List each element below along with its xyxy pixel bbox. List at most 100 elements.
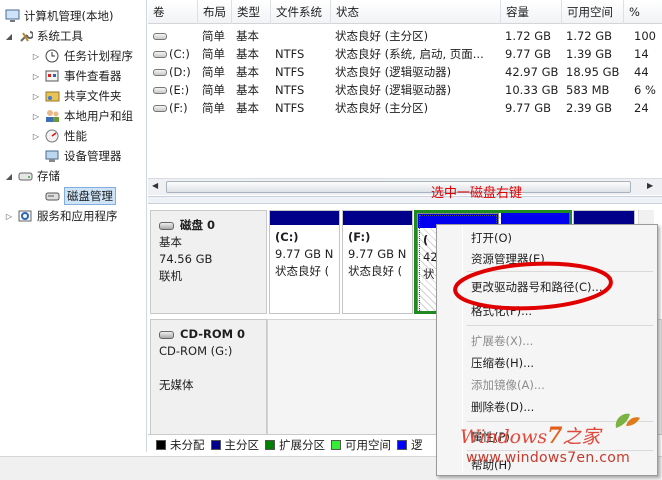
expand-arrow-icon[interactable]: ▷ [31, 112, 41, 121]
scrollbar-thumb[interactable] [166, 181, 631, 193]
disk-icon [159, 221, 174, 230]
tree-item-performance[interactable]: ▷ 性能 [31, 126, 87, 146]
volume-capacity: 1.72 GB [505, 29, 552, 43]
tree-item-event-viewer[interactable]: ▷ 事件查看器 [31, 66, 122, 86]
table-row[interactable]: 简单 基本 状态良好 (主分区) 1.72 GB 1.72 GB 100 [148, 27, 662, 45]
column-header-free-space[interactable]: 可用空间 [562, 0, 624, 24]
expand-arrow-icon[interactable]: ▷ [31, 72, 41, 81]
volume-name: (C:) [169, 47, 190, 61]
partition-f[interactable]: (F:) 9.77 GB N 状态良好 ( [342, 210, 413, 314]
partition-bar [270, 211, 339, 225]
partition-bar [343, 211, 412, 225]
tree-item-computer-management[interactable]: 计算机管理(本地) [4, 6, 113, 26]
tree-item-label: 任务计划程序 [64, 49, 133, 63]
disk-name: 磁盘 0 [180, 218, 216, 232]
volume-free-space: 18.95 GB [566, 65, 620, 79]
disk-0-info[interactable]: 磁盘 0 基本 74.56 GB 联机 [150, 210, 267, 314]
expand-arrow-icon[interactable]: ▷ [31, 132, 41, 141]
scroll-left-icon[interactable]: ◀ [152, 181, 158, 190]
local-users-icon [44, 109, 60, 124]
table-row[interactable]: (E:) 简单 基本 NTFS 状态良好 (逻辑驱动器) 10.33 GB 58… [148, 81, 662, 99]
expand-arrow-icon[interactable]: ▷ [4, 212, 14, 221]
services-apps-icon [17, 209, 33, 224]
volume-name: (F:) [169, 101, 188, 115]
volume-type: 基本 [236, 83, 259, 97]
volume-layout: 简单 [202, 47, 225, 61]
volume-type: 基本 [236, 101, 259, 115]
volume-layout: 简单 [202, 29, 225, 43]
disk-size: 74.56 GB [159, 252, 213, 266]
volume-icon [153, 86, 167, 94]
watermark: Windows7之家 www.windows7en.com [460, 413, 660, 474]
annotation-callout: 选中一磁盘右键 [431, 186, 523, 201]
tree-item-shared-folders[interactable]: ▷ 共享文件夹 [31, 86, 122, 106]
cdrom-0-info[interactable]: CD-ROM 0 CD-ROM (G:) 无媒体 [150, 319, 267, 453]
volume-free-space: 1.39 GB [566, 47, 613, 61]
volume-status: 状态良好 (逻辑驱动器) [335, 65, 452, 79]
volume-name: (D:) [169, 65, 191, 79]
volume-list: 卷 布局 类型 文件系统 状态 容量 可用空间 % 简单 基本 状态良好 (主分… [148, 0, 662, 196]
menu-item-open[interactable]: 打开(O) [471, 228, 512, 248]
column-header-type[interactable]: 类型 [232, 0, 271, 24]
menu-item-delete-volume[interactable]: 删除卷(D)... [471, 397, 534, 417]
legend-label: 可用空间 [345, 437, 391, 452]
table-row[interactable]: (C:) 简单 基本 NTFS 状态良好 (系统, 启动, 页面... 9.77… [148, 45, 662, 63]
expand-arrow-icon[interactable]: ◢ [4, 32, 14, 41]
partition-label: (C:) [275, 230, 299, 244]
expand-arrow-icon[interactable]: ▷ [31, 92, 41, 101]
tree-item-task-scheduler[interactable]: ▷ 任务计划程序 [31, 46, 133, 66]
pane-splitter[interactable] [148, 196, 662, 204]
volume-free-space: 583 MB [566, 83, 610, 97]
tree-item-local-users[interactable]: ▷ 本地用户和组 [31, 106, 133, 126]
volume-percent-free: 6 % [634, 83, 656, 97]
column-header-status[interactable]: 状态 [331, 0, 501, 24]
computer-management-icon [4, 9, 20, 24]
cdrom-icon [159, 330, 174, 339]
column-header-capacity[interactable]: 容量 [501, 0, 562, 24]
column-header-layout[interactable]: 布局 [198, 0, 232, 24]
disk-management-icon [44, 189, 60, 204]
menu-item-extend-volume: 扩展卷(X)... [471, 334, 534, 348]
column-header-percent-free[interactable]: % [624, 0, 662, 24]
legend-swatch-free-space [331, 439, 341, 450]
menu-item-shrink-volume[interactable]: 压缩卷(H)... [471, 353, 534, 373]
volume-filesystem [271, 27, 331, 45]
volume-percent-free: 100 [634, 29, 656, 43]
tree-item-label: 计算机管理(本地) [24, 9, 114, 23]
expand-arrow-icon[interactable]: ▷ [31, 52, 41, 61]
volume-percent-free: 44 [634, 65, 649, 79]
volume-capacity: 9.77 GB [505, 47, 552, 61]
scroll-right-icon[interactable]: ▶ [647, 181, 653, 190]
volume-status: 状态良好 (系统, 启动, 页面... [335, 47, 484, 61]
column-header-filesystem[interactable]: 文件系统 [271, 0, 331, 24]
volume-status: 状态良好 (逻辑驱动器) [335, 83, 452, 97]
legend-swatch-extended [265, 439, 275, 450]
table-row[interactable]: (D:) 简单 基本 NTFS 状态良好 (逻辑驱动器) 42.97 GB 18… [148, 63, 662, 81]
cdrom-media: 无媒体 [159, 378, 194, 392]
menu-item-add-mirror: 添加镜像(A)... [471, 378, 545, 392]
tree-item-label: 存储 [37, 169, 60, 183]
tree-item-label: 事件查看器 [64, 69, 122, 83]
tree-item-disk-management[interactable]: 磁盘管理 [44, 186, 116, 206]
watermark-suffix: 之家 [562, 426, 601, 448]
column-header-volume[interactable]: 卷 [148, 0, 198, 24]
tree-item-storage[interactable]: ◢ 存储 [4, 166, 60, 186]
expand-arrow-icon[interactable]: ◢ [4, 172, 14, 181]
tree-item-system-tools[interactable]: ◢ 系统工具 [4, 26, 83, 46]
legend-label: 扩展分区 [279, 437, 325, 452]
partition-c[interactable]: (C:) 9.77 GB N 状态良好 ( [269, 210, 340, 314]
tree-item-services-apps[interactable]: ▷ 服务和应用程序 [4, 206, 118, 226]
tree-item-device-manager[interactable]: 设备管理器 [44, 146, 122, 166]
tree-item-label: 性能 [64, 129, 87, 143]
disk-state: 联机 [159, 269, 182, 283]
volume-layout: 简单 [202, 83, 225, 97]
legend-swatch-primary [210, 439, 221, 450]
table-row[interactable]: (F:) 简单 基本 NTFS 状态良好 (主分区) 9.77 GB 2.39 … [148, 99, 662, 117]
cdrom-device: CD-ROM (G:) [159, 344, 233, 358]
volume-status: 状态良好 (主分区) [335, 101, 429, 115]
watermark-seven: 7 [547, 423, 563, 449]
horizontal-scrollbar[interactable]: ◀ ▶ [148, 178, 662, 195]
partition-size: 9.77 GB N [348, 247, 407, 261]
volume-type: 基本 [236, 47, 259, 61]
partition-status: 状态良好 ( [348, 264, 403, 278]
